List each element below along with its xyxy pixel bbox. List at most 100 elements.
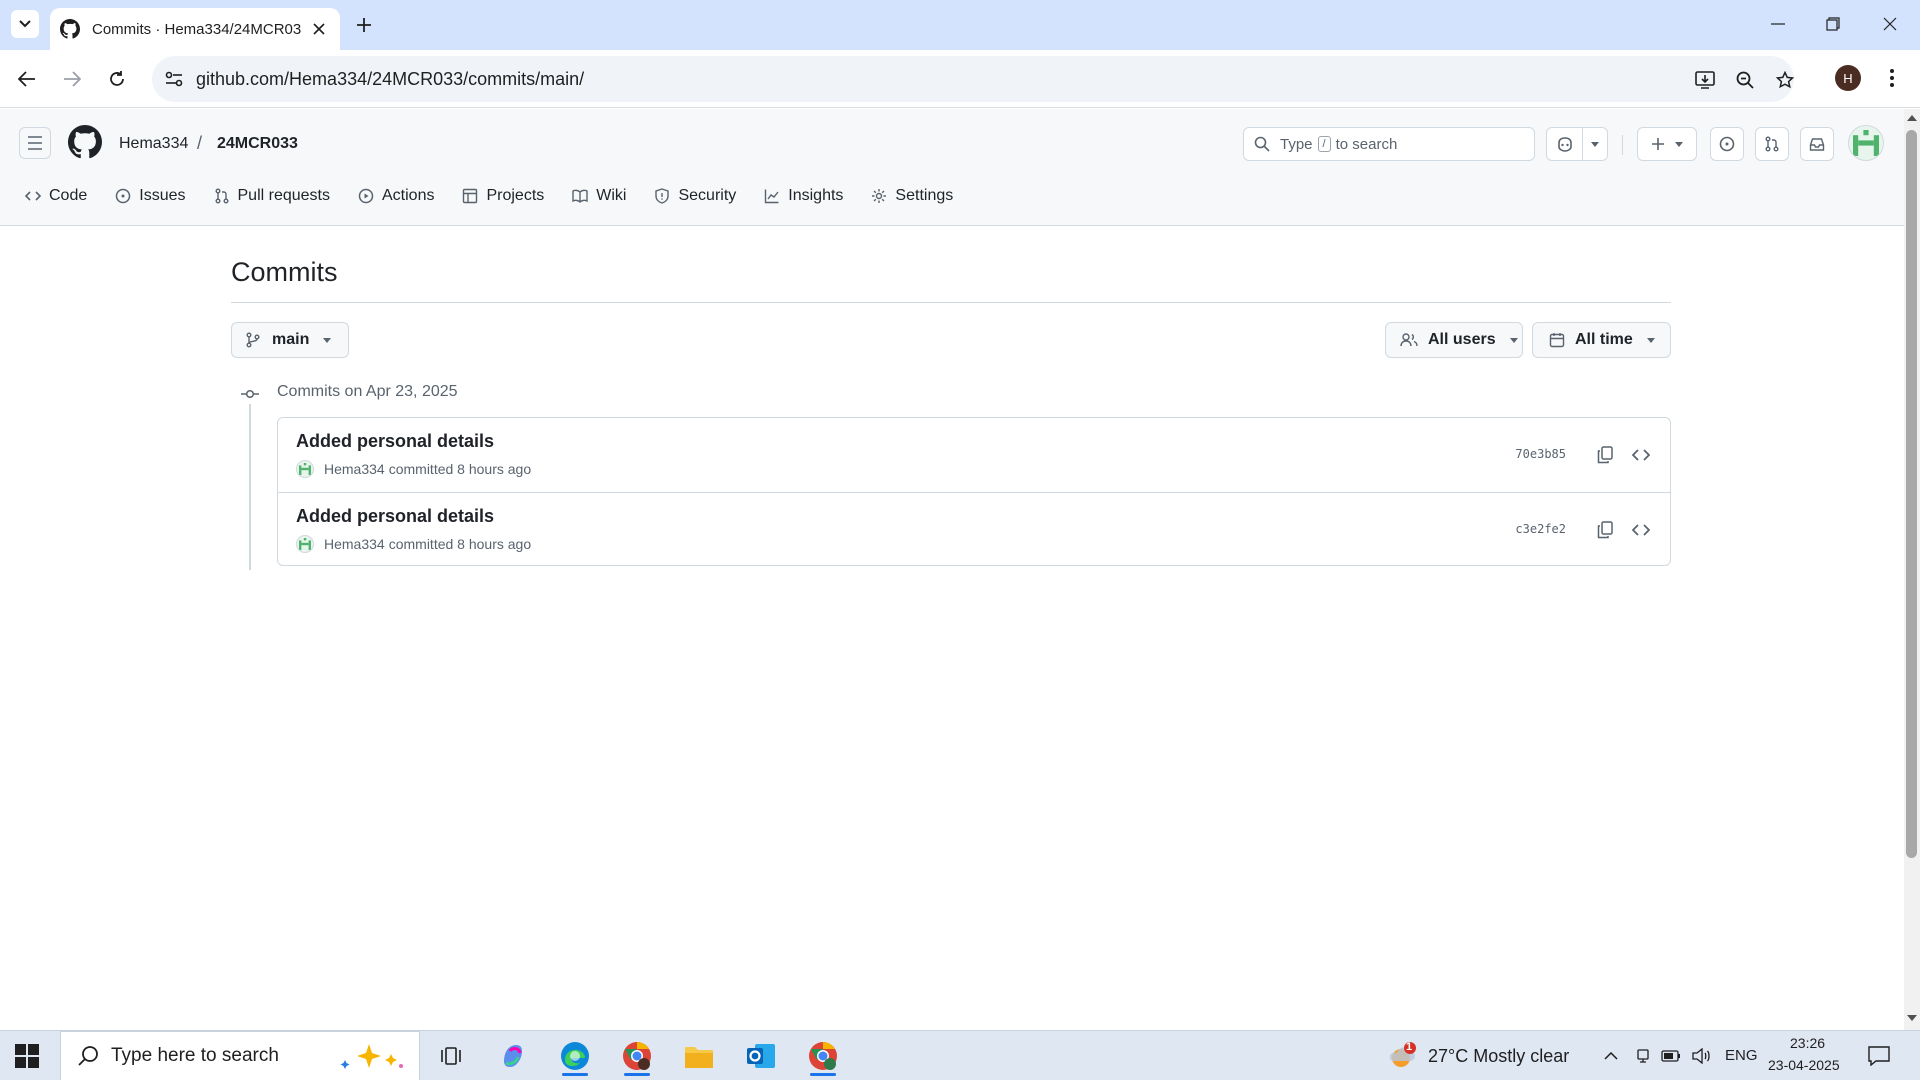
commit-author-link[interactable]: Hema334 xyxy=(324,536,385,552)
copilot-app-icon[interactable] xyxy=(490,1036,536,1076)
install-app-icon[interactable] xyxy=(1692,67,1718,93)
users-filter-button[interactable]: All users xyxy=(1385,322,1523,358)
tab-insights-label: Insights xyxy=(788,187,844,204)
tab-actions[interactable]: Actions xyxy=(358,187,434,205)
tab-settings[interactable]: Settings xyxy=(871,187,953,205)
github-logo-icon[interactable] xyxy=(68,125,102,159)
minimize-icon xyxy=(1771,23,1785,25)
branch-icon xyxy=(246,332,260,348)
close-window-button[interactable] xyxy=(1870,8,1910,40)
search-prefix: Type xyxy=(1280,135,1313,153)
chrome-icon[interactable] xyxy=(800,1036,846,1076)
tab-wiki[interactable]: Wiki xyxy=(572,187,626,205)
tab-insights[interactable]: Insights xyxy=(764,187,843,205)
taskbar-search-input[interactable]: Type here to search xyxy=(60,1031,420,1080)
chevron-down-icon xyxy=(1646,337,1655,343)
commit-meta: Hema334 committed 8 hours ago xyxy=(296,535,531,553)
reload-button[interactable] xyxy=(101,63,133,95)
tab-security[interactable]: Security xyxy=(654,187,736,205)
windows-start-icon[interactable] xyxy=(14,1043,40,1069)
github-search-input[interactable]: Type / to search xyxy=(1243,127,1535,161)
copy-icon xyxy=(1597,521,1613,539)
site-info-icon[interactable] xyxy=(162,67,186,91)
time-filter-label: All time xyxy=(1575,331,1633,348)
clock-date[interactable]: 23-04-2025 xyxy=(1768,1057,1840,1073)
breadcrumb-separator: / xyxy=(197,133,203,153)
your-pull-requests-button[interactable] xyxy=(1755,127,1789,161)
bookmark-star-icon[interactable] xyxy=(1772,67,1798,93)
browser-profile-avatar[interactable]: H xyxy=(1835,65,1861,91)
close-tab-icon[interactable] xyxy=(310,20,328,38)
notifications-icon[interactable] xyxy=(1868,1046,1890,1066)
back-button[interactable] xyxy=(11,63,43,95)
copy-sha-button[interactable] xyxy=(1592,517,1618,543)
tab-pull-requests[interactable]: Pull requests xyxy=(214,187,330,205)
commit-message-link[interactable]: Added personal details xyxy=(296,431,494,452)
commit-time: committed 8 hours ago xyxy=(388,461,532,477)
edge-browser-icon[interactable] xyxy=(552,1036,598,1076)
input-language[interactable]: ENG xyxy=(1725,1047,1758,1064)
tab-issues[interactable]: Issues xyxy=(115,187,186,205)
browse-repo-at-commit-button[interactable] xyxy=(1628,517,1654,543)
chrome-profile-icon[interactable] xyxy=(614,1036,660,1076)
branch-select-button[interactable]: main xyxy=(231,322,349,358)
copy-icon xyxy=(1597,446,1613,464)
inbox-button[interactable] xyxy=(1800,127,1834,161)
outlook-icon[interactable] xyxy=(738,1036,784,1076)
tab-security-label: Security xyxy=(678,187,737,204)
url-text[interactable]: github.com/Hema334/24MCR033/commits/main… xyxy=(196,69,584,90)
weather-text[interactable]: 27°C Mostly clear xyxy=(1428,1046,1569,1067)
search-hotkey: / xyxy=(1317,136,1331,152)
timeline-line xyxy=(249,403,251,570)
address-bar[interactable]: github.com/Hema334/24MCR033/commits/main… xyxy=(152,56,1794,102)
forward-button[interactable] xyxy=(56,63,88,95)
active-app-indicator xyxy=(810,1073,836,1076)
code-icon xyxy=(25,191,41,201)
copy-sha-button[interactable] xyxy=(1592,442,1618,468)
time-filter-button[interactable]: All time xyxy=(1532,322,1671,358)
scroll-up-icon[interactable] xyxy=(1906,113,1918,123)
breadcrumb-owner[interactable]: Hema334 xyxy=(119,135,188,153)
scrollbar-thumb[interactable] xyxy=(1906,130,1917,858)
weather-icon[interactable] xyxy=(1388,1041,1418,1071)
scroll-down-icon[interactable] xyxy=(1906,1013,1918,1023)
active-tab[interactable]: Commits · Hema334/24MCR033 xyxy=(50,8,340,50)
browser-menu-icon[interactable] xyxy=(1880,65,1904,91)
file-explorer-icon[interactable] xyxy=(676,1036,722,1076)
book-icon xyxy=(572,189,588,203)
author-avatar[interactable] xyxy=(296,535,314,553)
github-header: Hema334 / 24MCR033 Type / to search Code… xyxy=(0,109,1904,226)
tab-projects[interactable]: Projects xyxy=(462,187,544,205)
weather-badge: 1 xyxy=(1406,1041,1413,1053)
user-avatar[interactable] xyxy=(1848,125,1884,161)
code-icon xyxy=(1632,449,1650,461)
your-issues-button[interactable] xyxy=(1710,127,1744,161)
minimize-button[interactable] xyxy=(1758,8,1798,40)
tab-search-button[interactable] xyxy=(11,10,39,38)
repository-nav: Code Issues Pull requests Actions Projec… xyxy=(25,179,981,213)
new-tab-button[interactable] xyxy=(352,13,376,37)
zoom-icon[interactable] xyxy=(1732,67,1758,93)
author-avatar[interactable] xyxy=(296,460,314,478)
active-app-indicator xyxy=(562,1073,588,1076)
commit-author-link[interactable]: Hema334 xyxy=(324,461,385,477)
browse-repo-at-commit-button[interactable] xyxy=(1628,442,1654,468)
commit-message-link[interactable]: Added personal details xyxy=(296,506,494,527)
pull-request-icon xyxy=(215,188,228,204)
commit-sha-link[interactable]: 70e3b85 xyxy=(1515,447,1566,461)
create-new-button[interactable] xyxy=(1637,127,1697,161)
meet-now-icon[interactable] xyxy=(1632,1046,1654,1066)
tab-code[interactable]: Code xyxy=(25,187,87,205)
show-hidden-icons-icon[interactable] xyxy=(1600,1046,1622,1066)
battery-icon[interactable] xyxy=(1660,1046,1682,1066)
volume-icon[interactable] xyxy=(1690,1046,1712,1066)
chevron-down-icon xyxy=(19,20,31,28)
restore-button[interactable] xyxy=(1813,8,1853,40)
copilot-button[interactable] xyxy=(1546,127,1608,161)
commit-sha-link[interactable]: c3e2fe2 xyxy=(1515,522,1566,536)
breadcrumb-repo[interactable]: 24MCR033 xyxy=(217,135,298,153)
tab-projects-label: Projects xyxy=(486,187,545,204)
task-view-icon[interactable] xyxy=(428,1036,474,1076)
clock-time[interactable]: 23:26 xyxy=(1790,1035,1825,1051)
global-nav-menu-button[interactable] xyxy=(19,127,51,159)
